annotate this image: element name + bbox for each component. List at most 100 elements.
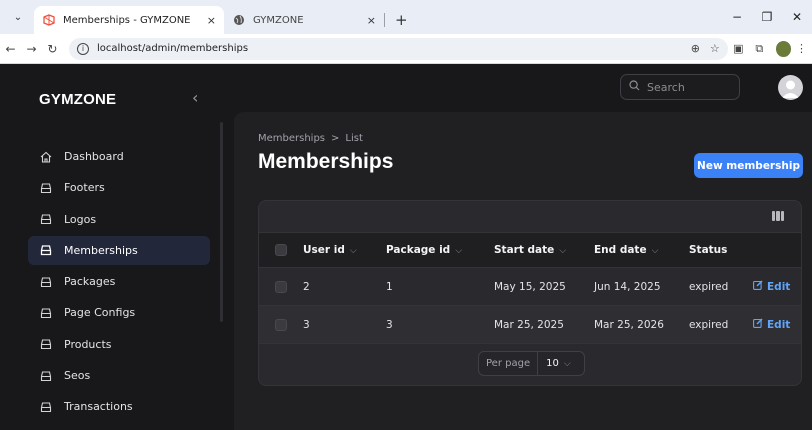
brand-logo[interactable]: GYMZONE (39, 91, 116, 108)
profile-icon[interactable] (775, 40, 792, 57)
global-search-input[interactable]: Search (620, 74, 740, 100)
breadcrumb-list: List (345, 133, 363, 144)
chevron-down-icon: ⌵ (563, 358, 571, 369)
restore-icon[interactable]: ❐ (752, 10, 782, 24)
sidebar-item-logos[interactable]: Logos (28, 205, 210, 234)
tab-title: Memberships - GYMZONE (63, 14, 191, 26)
cell-package-id: 3 (386, 318, 393, 331)
sidebar-item-footers[interactable]: Footers (28, 173, 210, 202)
window-close-icon[interactable]: ✕ (782, 10, 812, 24)
globe-favicon-icon (232, 13, 246, 27)
edit-link[interactable]: Edit (753, 318, 801, 331)
chevron-down-icon: ⌵ (349, 246, 357, 256)
cell-status: expired (689, 280, 729, 293)
tray-icon (38, 242, 54, 258)
browser-tab[interactable]: GYMZONE × (224, 6, 384, 34)
sidebar-item-packages[interactable]: Packages (28, 267, 210, 296)
cell-user-id: 3 (303, 318, 310, 331)
sidebar-item-memberships[interactable]: Memberships (28, 235, 210, 265)
cell-end-date: Jun 14, 2025 (594, 280, 661, 293)
collapse-sidebar-icon[interactable]: ‹ (192, 88, 198, 107)
cell-start-date: May 15, 2025 (494, 280, 566, 293)
row-checkbox[interactable] (275, 318, 287, 331)
extensions-icon[interactable]: ⧉ (749, 42, 770, 56)
address-bar[interactable]: i localhost/admin/memberships ⊕ ☆ (68, 37, 728, 60)
site-info-icon[interactable]: i (76, 42, 89, 55)
select-all-checkbox[interactable] (275, 244, 287, 256)
sidebar-item-seos[interactable]: Seos (28, 361, 210, 390)
tray-icon (38, 211, 54, 227)
tab-search-button[interactable]: ⌄ (6, 5, 30, 29)
search-icon (629, 80, 640, 94)
tray-icon (38, 180, 54, 196)
browser-tab-bar: ⌄ Memberships - GYMZONE × GYMZONE × + − … (0, 0, 812, 34)
new-membership-button[interactable]: New membership (694, 153, 803, 178)
sidebar-item-products[interactable]: Products (28, 330, 210, 359)
column-header-package-id[interactable]: Package id ⌵ (386, 244, 494, 256)
row-checkbox[interactable] (275, 280, 287, 293)
browser-toolbar: ← → ↻ i localhost/admin/memberships ⊕ ☆ … (0, 34, 812, 64)
window-controls: − ❐ ✕ (722, 0, 812, 34)
table-row[interactable]: 3 3 Mar 25, 2025 Mar 25, 2026 expired Ed… (259, 306, 801, 344)
chevron-down-icon: ⌵ (559, 246, 567, 256)
per-page-select[interactable]: Per page 10 ⌵ (478, 351, 585, 376)
new-tab-button[interactable]: + (395, 11, 408, 29)
breadcrumb-memberships[interactable]: Memberships (258, 133, 325, 144)
back-arrow-icon[interactable]: ← (0, 42, 21, 56)
sidebar-item-label: Logos (64, 212, 97, 226)
page-title: Memberships (258, 150, 394, 173)
top-bar: Search (224, 64, 812, 112)
per-page-value[interactable]: 10 ⌵ (538, 358, 579, 369)
cast-icon[interactable]: ▣ (728, 42, 749, 55)
sidebar-item-label: Footers (64, 181, 105, 195)
table-row[interactable]: 2 1 May 15, 2025 Jun 14, 2025 expired Ed… (259, 268, 801, 306)
column-header-status: Status (689, 244, 728, 256)
column-header-user-id[interactable]: User id ⌵ (303, 244, 386, 256)
cell-user-id: 2 (303, 280, 310, 293)
forward-arrow-icon[interactable]: → (21, 42, 42, 56)
sidebar: GYMZONE ‹ Dashboard Footers Logos Member… (0, 64, 224, 430)
minimize-icon[interactable]: − (722, 10, 752, 24)
admin-app: GYMZONE ‹ Dashboard Footers Logos Member… (0, 64, 812, 430)
table-header: User id ⌵ Package id ⌵ Start date ⌵ End dat… (259, 232, 801, 268)
sidebar-item-transactions[interactable]: Transactions (28, 392, 210, 421)
reload-icon[interactable]: ↻ (42, 42, 63, 56)
close-icon[interactable]: × (207, 14, 216, 27)
browser-tab-active[interactable]: Memberships - GYMZONE × (34, 6, 224, 34)
sidebar-item-label: Packages (64, 275, 116, 289)
tray-icon (38, 305, 54, 321)
home-icon (38, 149, 54, 165)
user-avatar[interactable] (778, 75, 803, 100)
table-toolbar (259, 201, 801, 232)
sidebar-item-label: Dashboard (64, 150, 124, 163)
edit-icon (753, 280, 763, 293)
sidebar-item-label: Seos (64, 369, 91, 383)
edit-link[interactable]: Edit (753, 280, 801, 293)
cell-package-id: 1 (386, 280, 393, 293)
bookmark-star-icon[interactable]: ☆ (710, 42, 720, 55)
url-text: localhost/admin/memberships (96, 43, 249, 54)
tab-divider (384, 13, 385, 27)
search-placeholder: Search (647, 80, 685, 94)
zoom-icon[interactable]: ⊕ (691, 42, 700, 55)
tray-icon (38, 399, 54, 415)
kebab-menu-icon[interactable]: ⋮ (791, 42, 812, 55)
chevron-down-icon: ⌵ (651, 246, 659, 256)
tray-icon (38, 336, 54, 352)
sidebar-scrollbar[interactable] (220, 122, 223, 322)
close-icon[interactable]: × (367, 14, 376, 27)
sidebar-item-dashboard[interactable]: Dashboard (28, 142, 210, 171)
per-page-label: Per page (479, 352, 539, 375)
columns-toggle-icon[interactable] (772, 211, 784, 221)
cell-start-date: Mar 25, 2025 (494, 318, 564, 331)
memberships-table: User id ⌵ Package id ⌵ Start date ⌵ End dat… (258, 200, 802, 386)
chevron-down-icon: ⌄ (13, 11, 23, 23)
breadcrumb-separator: > (331, 133, 340, 144)
sidebar-item-page-configs[interactable]: Page Configs (28, 298, 210, 327)
column-header-start-date[interactable]: Start date ⌵ (494, 244, 594, 256)
edit-label: Edit (767, 318, 791, 331)
sidebar-item-label: Memberships (64, 243, 138, 257)
column-header-end-date[interactable]: End date ⌵ (594, 244, 689, 256)
cell-end-date: Mar 25, 2026 (594, 318, 664, 331)
sidebar-item-label: Transactions (64, 400, 133, 414)
